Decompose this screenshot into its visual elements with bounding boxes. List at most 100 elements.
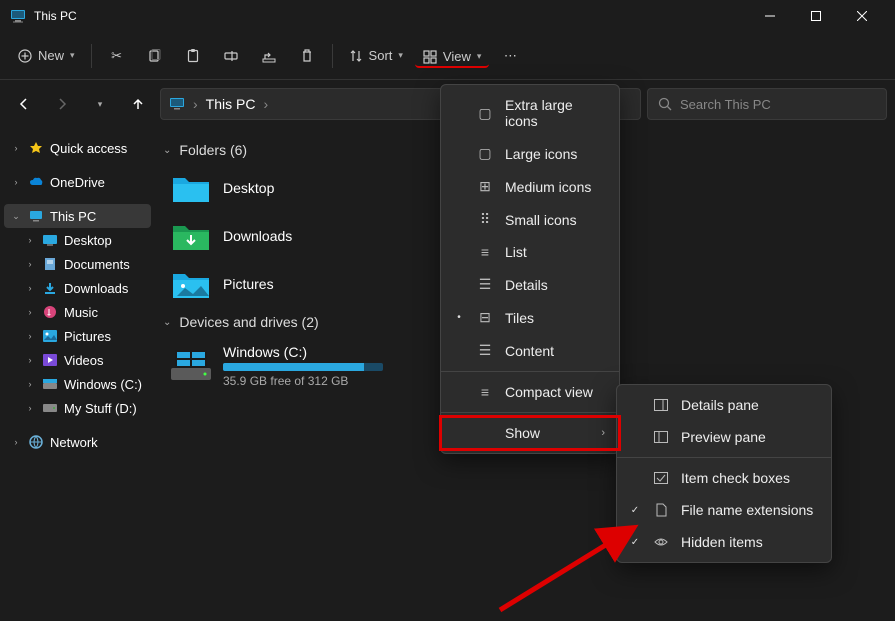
sidebar-item-label: Music: [64, 305, 98, 320]
content-icon: ☰: [477, 342, 493, 359]
chevron-down-icon: ▾: [477, 51, 482, 62]
menu-item-list[interactable]: ≡List: [441, 236, 619, 268]
menu-item-sm-icons[interactable]: ⠿Small icons: [441, 203, 619, 236]
menu-item-content[interactable]: ☰Content: [441, 334, 619, 367]
menu-item-details-pane[interactable]: Details pane: [617, 389, 831, 421]
sort-button[interactable]: Sort ▾: [341, 42, 411, 69]
chevron-right-icon: ›: [263, 96, 268, 112]
sidebar-item-label: Windows (C:): [64, 377, 142, 392]
menu-item-show[interactable]: Show›: [441, 417, 619, 449]
menu-item-tiles[interactable]: •⊟Tiles: [441, 301, 619, 334]
sidebar-item-downloads[interactable]: ›Downloads: [18, 276, 151, 300]
menu-separator: [441, 412, 619, 413]
chevron-down-icon: ⌄: [10, 211, 22, 222]
share-icon: [262, 49, 276, 63]
recent-button[interactable]: ▾: [84, 88, 116, 120]
documents-icon: [42, 256, 58, 272]
this-pc-icon: [28, 208, 44, 224]
new-button[interactable]: New ▾: [10, 42, 83, 69]
chevron-down-icon: ⌄: [163, 145, 171, 156]
chevron-right-icon: ›: [10, 177, 22, 187]
sidebar-item-label: This PC: [50, 209, 96, 224]
sort-label: Sort: [369, 48, 393, 63]
breadcrumb-location[interactable]: This PC: [206, 96, 256, 112]
search-box[interactable]: Search This PC: [647, 88, 887, 120]
folder-label: Desktop: [223, 180, 274, 196]
toolbar-separator: [91, 44, 92, 68]
compact-icon: ≡: [477, 384, 493, 400]
menu-item-md-icons[interactable]: ⊞Medium icons: [441, 170, 619, 203]
menu-item-preview-pane[interactable]: Preview pane: [617, 421, 831, 453]
sidebar-item-onedrive[interactable]: › OneDrive: [4, 170, 151, 194]
paste-button[interactable]: [176, 43, 210, 69]
menu-item-hidden[interactable]: ✓Hidden items: [617, 526, 831, 558]
menu-item-xl-icons[interactable]: ▢Extra large icons: [441, 89, 619, 137]
sidebar-item-windows-c[interactable]: ›Windows (C:): [18, 372, 151, 396]
desktop-icon: [42, 232, 58, 248]
folder-icon: [171, 172, 211, 204]
view-button[interactable]: View ▾: [415, 43, 489, 68]
more-button[interactable]: ⋯: [493, 42, 527, 70]
sidebar-item-this-pc[interactable]: ⌄ This PC: [4, 204, 151, 228]
chevron-down-icon: ▾: [398, 50, 403, 61]
back-button[interactable]: [8, 88, 40, 120]
chevron-right-icon: ›: [193, 96, 198, 112]
chevron-right-icon: ›: [24, 307, 36, 317]
sidebar-item-quick-access[interactable]: › Quick access: [4, 136, 151, 160]
view-label: View: [443, 49, 471, 64]
drive-icon: [171, 350, 211, 382]
sidebar-item-label: Quick access: [50, 141, 127, 156]
sidebar-item-documents[interactable]: ›Documents: [18, 252, 151, 276]
menu-item-details[interactable]: ☰Details: [441, 268, 619, 301]
menu-item-lg-icons[interactable]: ▢Large icons: [441, 137, 619, 170]
sidebar-item-network[interactable]: › Network: [4, 430, 151, 454]
drive-free-text: 35.9 GB free of 312 GB: [223, 374, 383, 388]
menu-item-item-check[interactable]: Item check boxes: [617, 462, 831, 494]
view-icon: [423, 50, 437, 64]
folder-label: Downloads: [223, 228, 292, 244]
show-menu: Details pane Preview pane Item check box…: [616, 384, 832, 563]
grid-icon: ▢: [477, 105, 493, 122]
maximize-button[interactable]: [793, 0, 839, 32]
search-placeholder: Search This PC: [680, 97, 771, 112]
sidebar-item-desktop[interactable]: ›Desktop: [18, 228, 151, 252]
up-button[interactable]: [122, 88, 154, 120]
tiles-icon: ⊟: [477, 309, 493, 326]
chevron-right-icon: ›: [24, 355, 36, 365]
sidebar-item-my-stuff-d[interactable]: ›My Stuff (D:): [18, 396, 151, 420]
check-icon: ✓: [629, 505, 641, 516]
forward-button[interactable]: [46, 88, 78, 120]
section-label: Folders (6): [179, 142, 247, 158]
plus-icon: [18, 49, 32, 63]
menu-item-file-ext[interactable]: ✓File name extensions: [617, 494, 831, 526]
grid-icon: ⠿: [477, 211, 493, 228]
folder-icon: [171, 220, 211, 252]
minimize-button[interactable]: [747, 0, 793, 32]
copy-button[interactable]: [138, 43, 172, 69]
details-pane-icon: [653, 399, 669, 411]
menu-separator: [441, 371, 619, 372]
music-icon: [42, 304, 58, 320]
cut-button[interactable]: ✂: [100, 42, 134, 70]
details-icon: ☰: [477, 276, 493, 293]
window-title: This PC: [34, 9, 747, 23]
chevron-right-icon: ›: [24, 331, 36, 341]
sidebar-item-label: Network: [50, 435, 98, 450]
delete-button[interactable]: [290, 43, 324, 69]
rename-button[interactable]: [214, 43, 248, 69]
sidebar-item-pictures[interactable]: ›Pictures: [18, 324, 151, 348]
sidebar-item-label: My Stuff (D:): [64, 401, 137, 416]
share-button[interactable]: [252, 43, 286, 69]
sidebar-item-videos[interactable]: › Videos: [18, 348, 151, 372]
close-button[interactable]: [839, 0, 885, 32]
chevron-right-icon: ›: [601, 427, 605, 439]
sidebar-item-music[interactable]: › Music: [18, 300, 151, 324]
sidebar-item-label: OneDrive: [50, 175, 105, 190]
cut-icon: ✂: [111, 48, 122, 64]
new-label: New: [38, 48, 64, 63]
menu-item-compact[interactable]: ≡Compact view: [441, 376, 619, 408]
view-menu: ▢Extra large icons ▢Large icons ⊞Medium …: [440, 84, 620, 454]
sort-icon: [349, 49, 363, 63]
drive-icon: [42, 376, 58, 392]
sidebar-item-label: Videos: [64, 353, 104, 368]
